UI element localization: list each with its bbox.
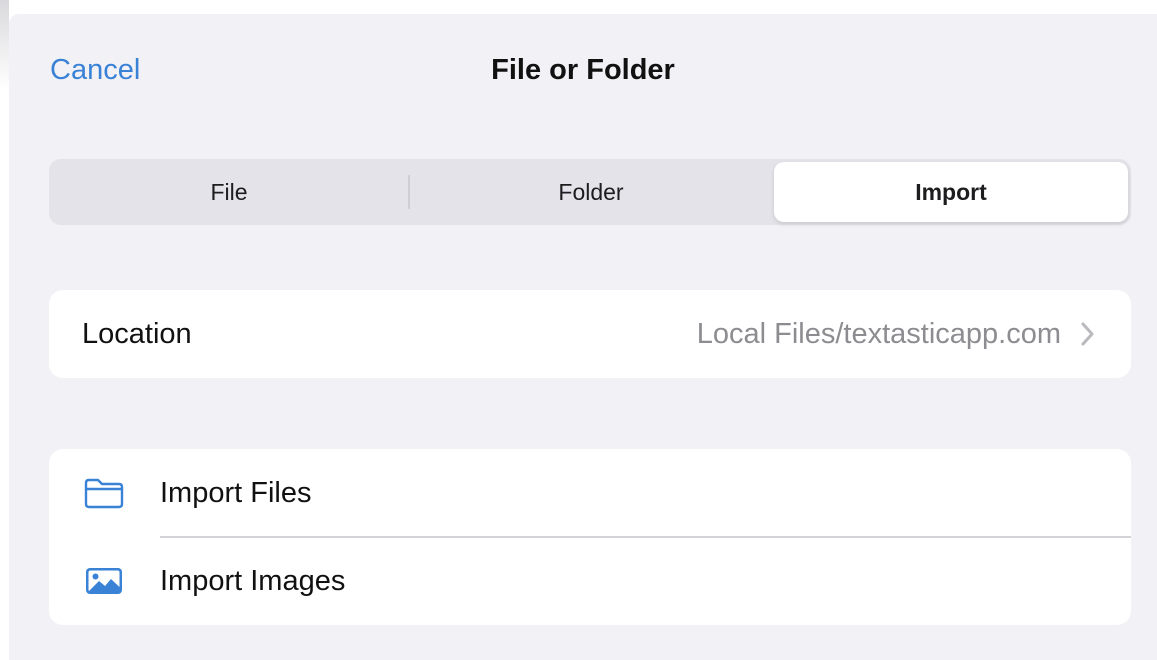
segment-file[interactable]: File — [49, 159, 409, 225]
folder-icon — [84, 478, 124, 509]
navigation-bar: Cancel File or Folder — [9, 14, 1157, 126]
import-files-label: Import Files — [160, 476, 312, 509]
import-images-label: Import Images — [160, 564, 346, 597]
file-or-folder-sheet: Cancel File or Folder File Folder Import… — [9, 14, 1157, 660]
photo-icon — [86, 568, 122, 594]
location-value: Local Files/textasticapp.com — [696, 317, 1061, 350]
sheet-title: File or Folder — [491, 54, 675, 86]
import-options-list: Import Files Import Images — [49, 449, 1131, 625]
segmented-control: File Folder Import — [49, 159, 1131, 225]
location-label: Location — [82, 317, 192, 350]
chevron-right-icon — [1081, 322, 1094, 346]
location-row[interactable]: Location Local Files/textasticapp.com — [49, 290, 1131, 378]
window-edge-shadow — [0, 0, 9, 660]
import-files-row[interactable]: Import Files — [49, 449, 1131, 538]
segment-import-selected[interactable]: Import — [774, 162, 1128, 222]
import-images-row[interactable]: Import Images — [49, 537, 1131, 625]
segment-folder[interactable]: Folder — [410, 159, 772, 225]
